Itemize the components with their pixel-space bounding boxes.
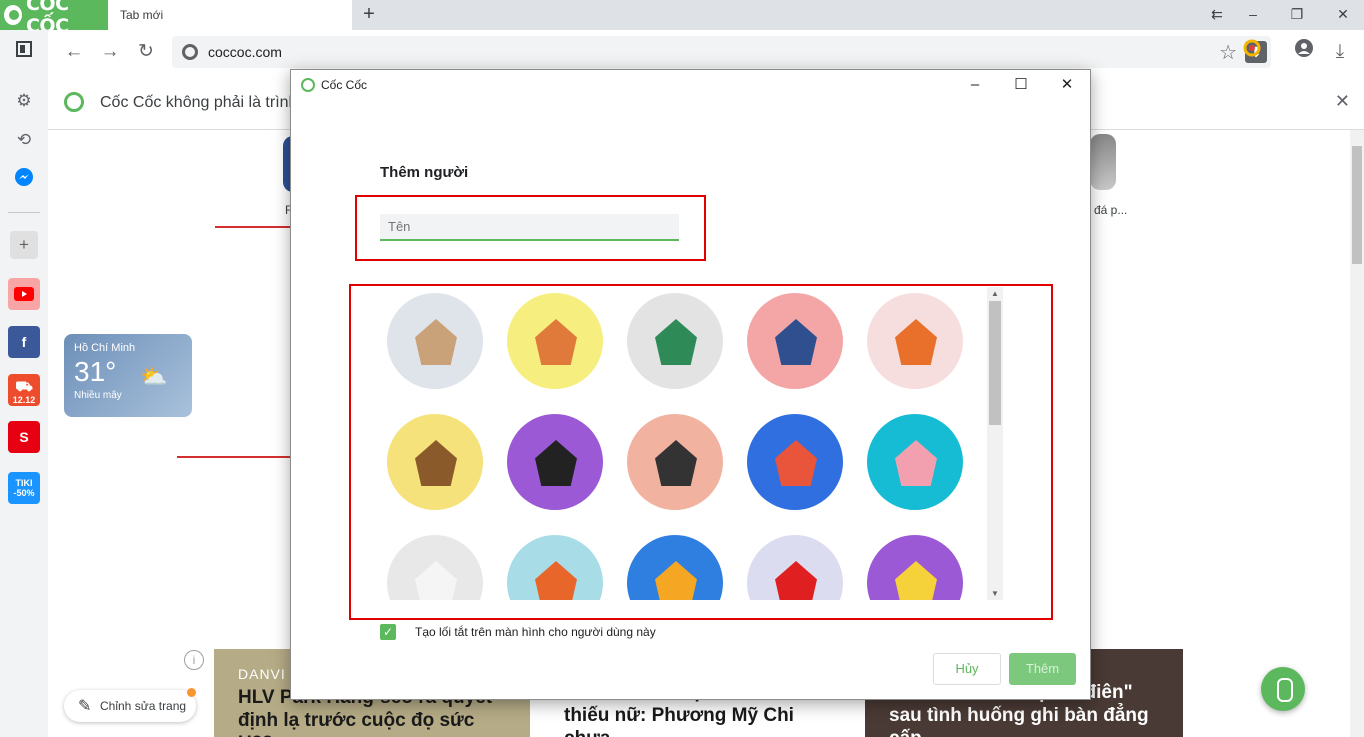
side-panel: ⚙ ⟲ + f ⛟ 12.12 S TIKI -50% — [0, 30, 48, 737]
info-bar-text: Cốc Cốc không phải là trình — [100, 94, 298, 111]
add-person-dialog: Cốc Cốc – ☐ ✕ Thêm người ▲ ▼ ✓ Tạo lối t… — [290, 69, 1091, 700]
shortcut-label-right: đá p... — [1094, 203, 1128, 217]
back-icon[interactable]: ← — [60, 38, 88, 66]
tiki-app-icon[interactable]: TIKI -50% — [8, 472, 40, 504]
cat-figure — [415, 319, 457, 365]
avatar-fox[interactable] — [867, 293, 963, 389]
reload-icon[interactable]: ↻ — [132, 38, 160, 66]
sidebar-toggle-icon[interactable] — [10, 38, 38, 66]
weather-description: Nhiều mây — [74, 390, 122, 401]
cancel-button[interactable]: Hủy — [933, 653, 1001, 685]
address-bar[interactable]: coccoc.com ☆ ⬇ — [172, 36, 1271, 68]
edit-page-label: Chỉnh sửa trang — [100, 699, 187, 713]
avatar-scrollbar[interactable]: ▲ ▼ — [987, 287, 1003, 600]
tab-title: Tab mới — [120, 8, 164, 22]
avatar-monkey[interactable] — [387, 414, 483, 510]
avatar-panda[interactable] — [507, 414, 603, 510]
elephant-figure — [775, 319, 817, 365]
tiki-label: TIKI -50% — [13, 478, 35, 498]
history-icon[interactable]: ⟲ — [10, 126, 38, 154]
avatar-bird[interactable] — [747, 535, 843, 600]
fox-figure — [895, 319, 937, 365]
bookmark-star-icon[interactable]: ☆ — [1219, 40, 1237, 65]
shopee-badge: 12.12 — [12, 395, 36, 405]
weather-widget[interactable]: Hồ Chí Minh 31° Nhiều mây ⛅ — [64, 334, 192, 417]
shortcut-tile-right[interactable] — [1090, 134, 1116, 190]
butterfly-figure — [775, 440, 817, 486]
cloud-sun-icon: ⛅ — [140, 364, 168, 389]
corgi-figure — [535, 319, 577, 365]
coccoc-logo-icon — [4, 5, 22, 25]
cheese-figure — [895, 561, 937, 600]
bicycle-figure — [655, 561, 697, 600]
close-window-button[interactable]: ✕ — [1322, 0, 1364, 30]
dragon-figure — [655, 319, 697, 365]
avatar-butterfly[interactable] — [747, 414, 843, 510]
monkey-figure — [415, 440, 457, 486]
weather-city: Hồ Chí Minh — [74, 342, 136, 354]
shortcut-checkbox-label: Tạo lối tắt trên màn hình cho người dùng… — [415, 625, 656, 639]
mouse-assist-button[interactable] — [1261, 667, 1305, 711]
avatar-unicorn[interactable] — [387, 535, 483, 600]
avatar-cheese[interactable] — [867, 535, 963, 600]
pencil-icon: ✎ — [78, 698, 92, 715]
avatar-grid — [377, 287, 987, 600]
coccoc-dialog-icon — [301, 78, 315, 92]
forward-icon[interactable]: → — [96, 38, 124, 66]
notification-dot — [187, 688, 196, 697]
edit-page-button[interactable]: ✎ Chỉnh sửa trang — [64, 688, 196, 722]
coccoc-extension-icon[interactable] — [1238, 38, 1266, 66]
restore-button[interactable]: ❐ — [1276, 0, 1318, 30]
downloads-icon[interactable]: ⤓ — [1326, 38, 1354, 66]
dialog-title: Cốc Cốc — [321, 78, 368, 92]
penguin-figure — [655, 440, 697, 486]
dialog-minimize-button[interactable]: – — [952, 72, 998, 98]
sendo-app-icon[interactable]: S — [8, 421, 40, 453]
title-bar: CỐC CỐC Tab mới + ⇇ – ❐ ✕ — [0, 0, 1364, 37]
avatar-dragon[interactable] — [627, 293, 723, 389]
coccoc-site-icon — [182, 44, 198, 60]
avatar-elephant[interactable] — [747, 293, 843, 389]
dialog-maximize-button[interactable]: ☐ — [998, 72, 1044, 98]
avatar-penguin[interactable] — [627, 414, 723, 510]
scroll-down-icon[interactable]: ▼ — [991, 589, 999, 598]
shortcut-checkbox[interactable]: ✓ — [380, 624, 396, 640]
coccoc-logo[interactable]: CỐC CỐC — [0, 0, 108, 37]
close-icon[interactable]: ✕ — [1335, 91, 1350, 112]
bird-figure — [775, 561, 817, 600]
sidebar-divider — [8, 212, 40, 213]
dialog-heading: Thêm người — [380, 164, 469, 181]
page-scrollbar-thumb[interactable] — [1352, 146, 1362, 264]
panda-figure — [535, 440, 577, 486]
info-icon[interactable]: i — [184, 650, 204, 670]
avatar-bicycle[interactable] — [627, 535, 723, 600]
avatar-rabbit[interactable] — [867, 414, 963, 510]
coccoc-info-icon — [64, 92, 84, 112]
basketball-figure — [535, 561, 577, 600]
shopee-app-icon[interactable]: ⛟ 12.12 — [8, 374, 40, 406]
dialog-close-button[interactable]: ✕ — [1044, 72, 1090, 98]
avatar-scrollbar-thumb[interactable] — [989, 301, 1001, 425]
gear-icon[interactable]: ⚙ — [10, 87, 38, 115]
add-app-icon[interactable]: + — [10, 231, 38, 259]
name-input[interactable] — [380, 214, 679, 241]
avatar-basketball[interactable] — [507, 535, 603, 600]
youtube-app-icon[interactable] — [8, 278, 40, 310]
rabbit-figure — [895, 440, 937, 486]
messenger-icon[interactable] — [10, 167, 38, 195]
unicorn-figure — [415, 561, 457, 600]
avatar-cat[interactable] — [387, 293, 483, 389]
facebook-app-icon[interactable]: f — [8, 326, 40, 358]
url-text: coccoc.com — [208, 44, 282, 60]
add-button[interactable]: Thêm — [1009, 653, 1076, 685]
minimize-button[interactable]: – — [1232, 0, 1274, 30]
scroll-up-icon[interactable]: ▲ — [991, 289, 999, 298]
new-tab-button[interactable]: + — [358, 3, 380, 25]
profile-icon[interactable] — [1290, 38, 1318, 66]
tab-new-tab[interactable]: Tab mới — [108, 0, 352, 30]
avatar-corgi[interactable] — [507, 293, 603, 389]
